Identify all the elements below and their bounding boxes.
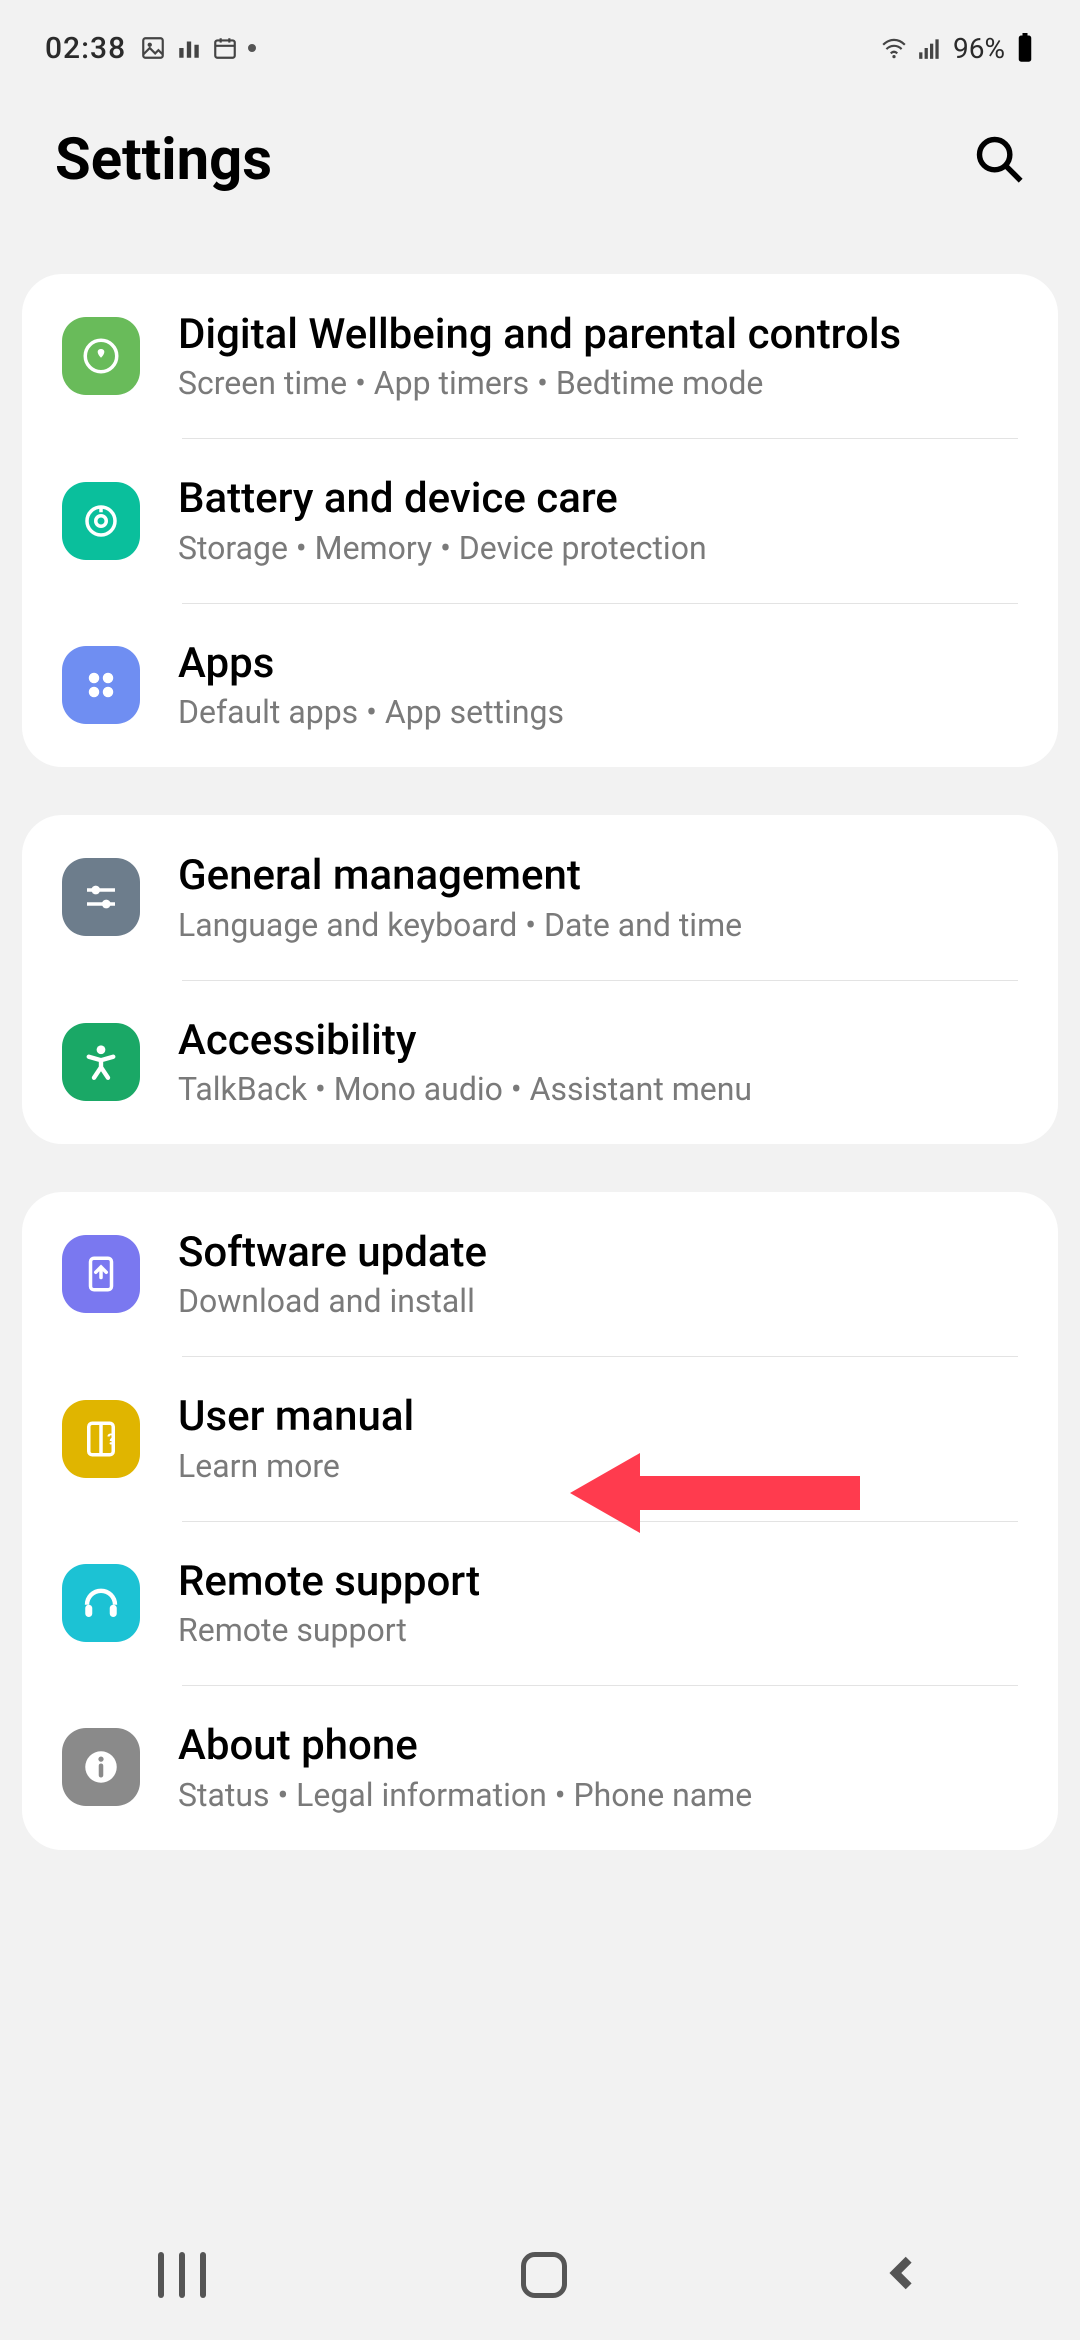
row-title: General management <box>178 851 1018 901</box>
image-icon <box>140 35 166 61</box>
row-about-phone[interactable]: About phone Status • Legal information •… <box>22 1685 1058 1849</box>
row-apps[interactable]: Apps Default apps • App settings <box>22 603 1058 767</box>
row-subtitle: TalkBack • Mono audio • Assistant menu <box>178 1070 1018 1108</box>
general-icon <box>62 858 140 936</box>
nav-home-button[interactable] <box>521 2252 567 2298</box>
row-title: About phone <box>178 1721 1018 1771</box>
row-text: Apps Default apps • App settings <box>178 639 1018 731</box>
chart-icon <box>176 35 202 61</box>
row-title: Apps <box>178 639 1018 689</box>
settings-section-3: Software update Download and install ? U… <box>22 1192 1058 1850</box>
battery-percentage: 96% <box>953 32 1005 65</box>
status-notification-icons <box>140 35 256 61</box>
row-subtitle: Learn more <box>178 1447 1018 1485</box>
row-digital-wellbeing[interactable]: Digital Wellbeing and parental controls … <box>22 274 1058 438</box>
devicecare-icon <box>62 482 140 560</box>
remote-icon <box>62 1564 140 1642</box>
row-title: User manual <box>178 1392 1018 1442</box>
settings-section-2: General management Language and keyboard… <box>22 815 1058 1144</box>
row-text: Remote support Remote support <box>178 1557 1018 1649</box>
row-subtitle: Screen time • App timers • Bedtime mode <box>178 364 1018 402</box>
row-text: Digital Wellbeing and parental controls … <box>178 310 1018 402</box>
system-nav-bar <box>0 2210 1080 2340</box>
more-notifications-dot <box>248 44 256 52</box>
page-title: Settings <box>55 126 272 194</box>
nav-recents-button[interactable] <box>158 2252 206 2298</box>
status-bar: 02:38 96% <box>0 0 1080 78</box>
update-icon <box>62 1235 140 1313</box>
row-subtitle: Status • Legal information • Phone name <box>178 1776 1018 1814</box>
row-text: Accessibility TalkBack • Mono audio • As… <box>178 1016 1018 1108</box>
settings-section-1: Digital Wellbeing and parental controls … <box>22 274 1058 767</box>
status-left: 02:38 <box>45 31 256 66</box>
row-title: Software update <box>178 1228 1018 1278</box>
row-subtitle: Default apps • App settings <box>178 693 1018 731</box>
wifi-icon <box>881 35 907 61</box>
row-subtitle: Storage • Memory • Device protection <box>178 529 1018 567</box>
row-general-management[interactable]: General management Language and keyboard… <box>22 815 1058 979</box>
row-subtitle: Language and keyboard • Date and time <box>178 906 1018 944</box>
status-right: 96% <box>881 32 1035 65</box>
nav-back-button[interactable] <box>882 2253 922 2297</box>
row-text: Software update Download and install <box>178 1228 1018 1320</box>
search-button[interactable] <box>973 133 1025 188</box>
manual-icon: ? <box>62 1400 140 1478</box>
svg-text:?: ? <box>107 1429 115 1448</box>
row-software-update[interactable]: Software update Download and install <box>22 1192 1058 1356</box>
search-icon <box>973 133 1025 185</box>
signal-icon <box>917 35 943 61</box>
row-remote-support[interactable]: Remote support Remote support <box>22 1521 1058 1685</box>
row-user-manual[interactable]: ? User manual Learn more <box>22 1356 1058 1520</box>
accessibility-icon <box>62 1023 140 1101</box>
row-text: Battery and device care Storage • Memory… <box>178 474 1018 566</box>
calendar-icon <box>212 35 238 61</box>
page-header: Settings <box>0 78 1080 274</box>
apps-icon <box>62 646 140 724</box>
row-accessibility[interactable]: Accessibility TalkBack • Mono audio • As… <box>22 980 1058 1144</box>
battery-icon <box>1015 33 1035 63</box>
row-subtitle: Remote support <box>178 1611 1018 1649</box>
row-title: Remote support <box>178 1557 1018 1607</box>
row-text: About phone Status • Legal information •… <box>178 1721 1018 1813</box>
row-battery-device-care[interactable]: Battery and device care Storage • Memory… <box>22 438 1058 602</box>
row-title: Digital Wellbeing and parental controls <box>178 310 1018 360</box>
about-icon <box>62 1728 140 1806</box>
wellbeing-icon <box>62 317 140 395</box>
row-text: User manual Learn more <box>178 1392 1018 1484</box>
row-title: Battery and device care <box>178 474 1018 524</box>
row-text: General management Language and keyboard… <box>178 851 1018 943</box>
row-title: Accessibility <box>178 1016 1018 1066</box>
row-subtitle: Download and install <box>178 1282 1018 1320</box>
status-clock: 02:38 <box>45 31 126 66</box>
